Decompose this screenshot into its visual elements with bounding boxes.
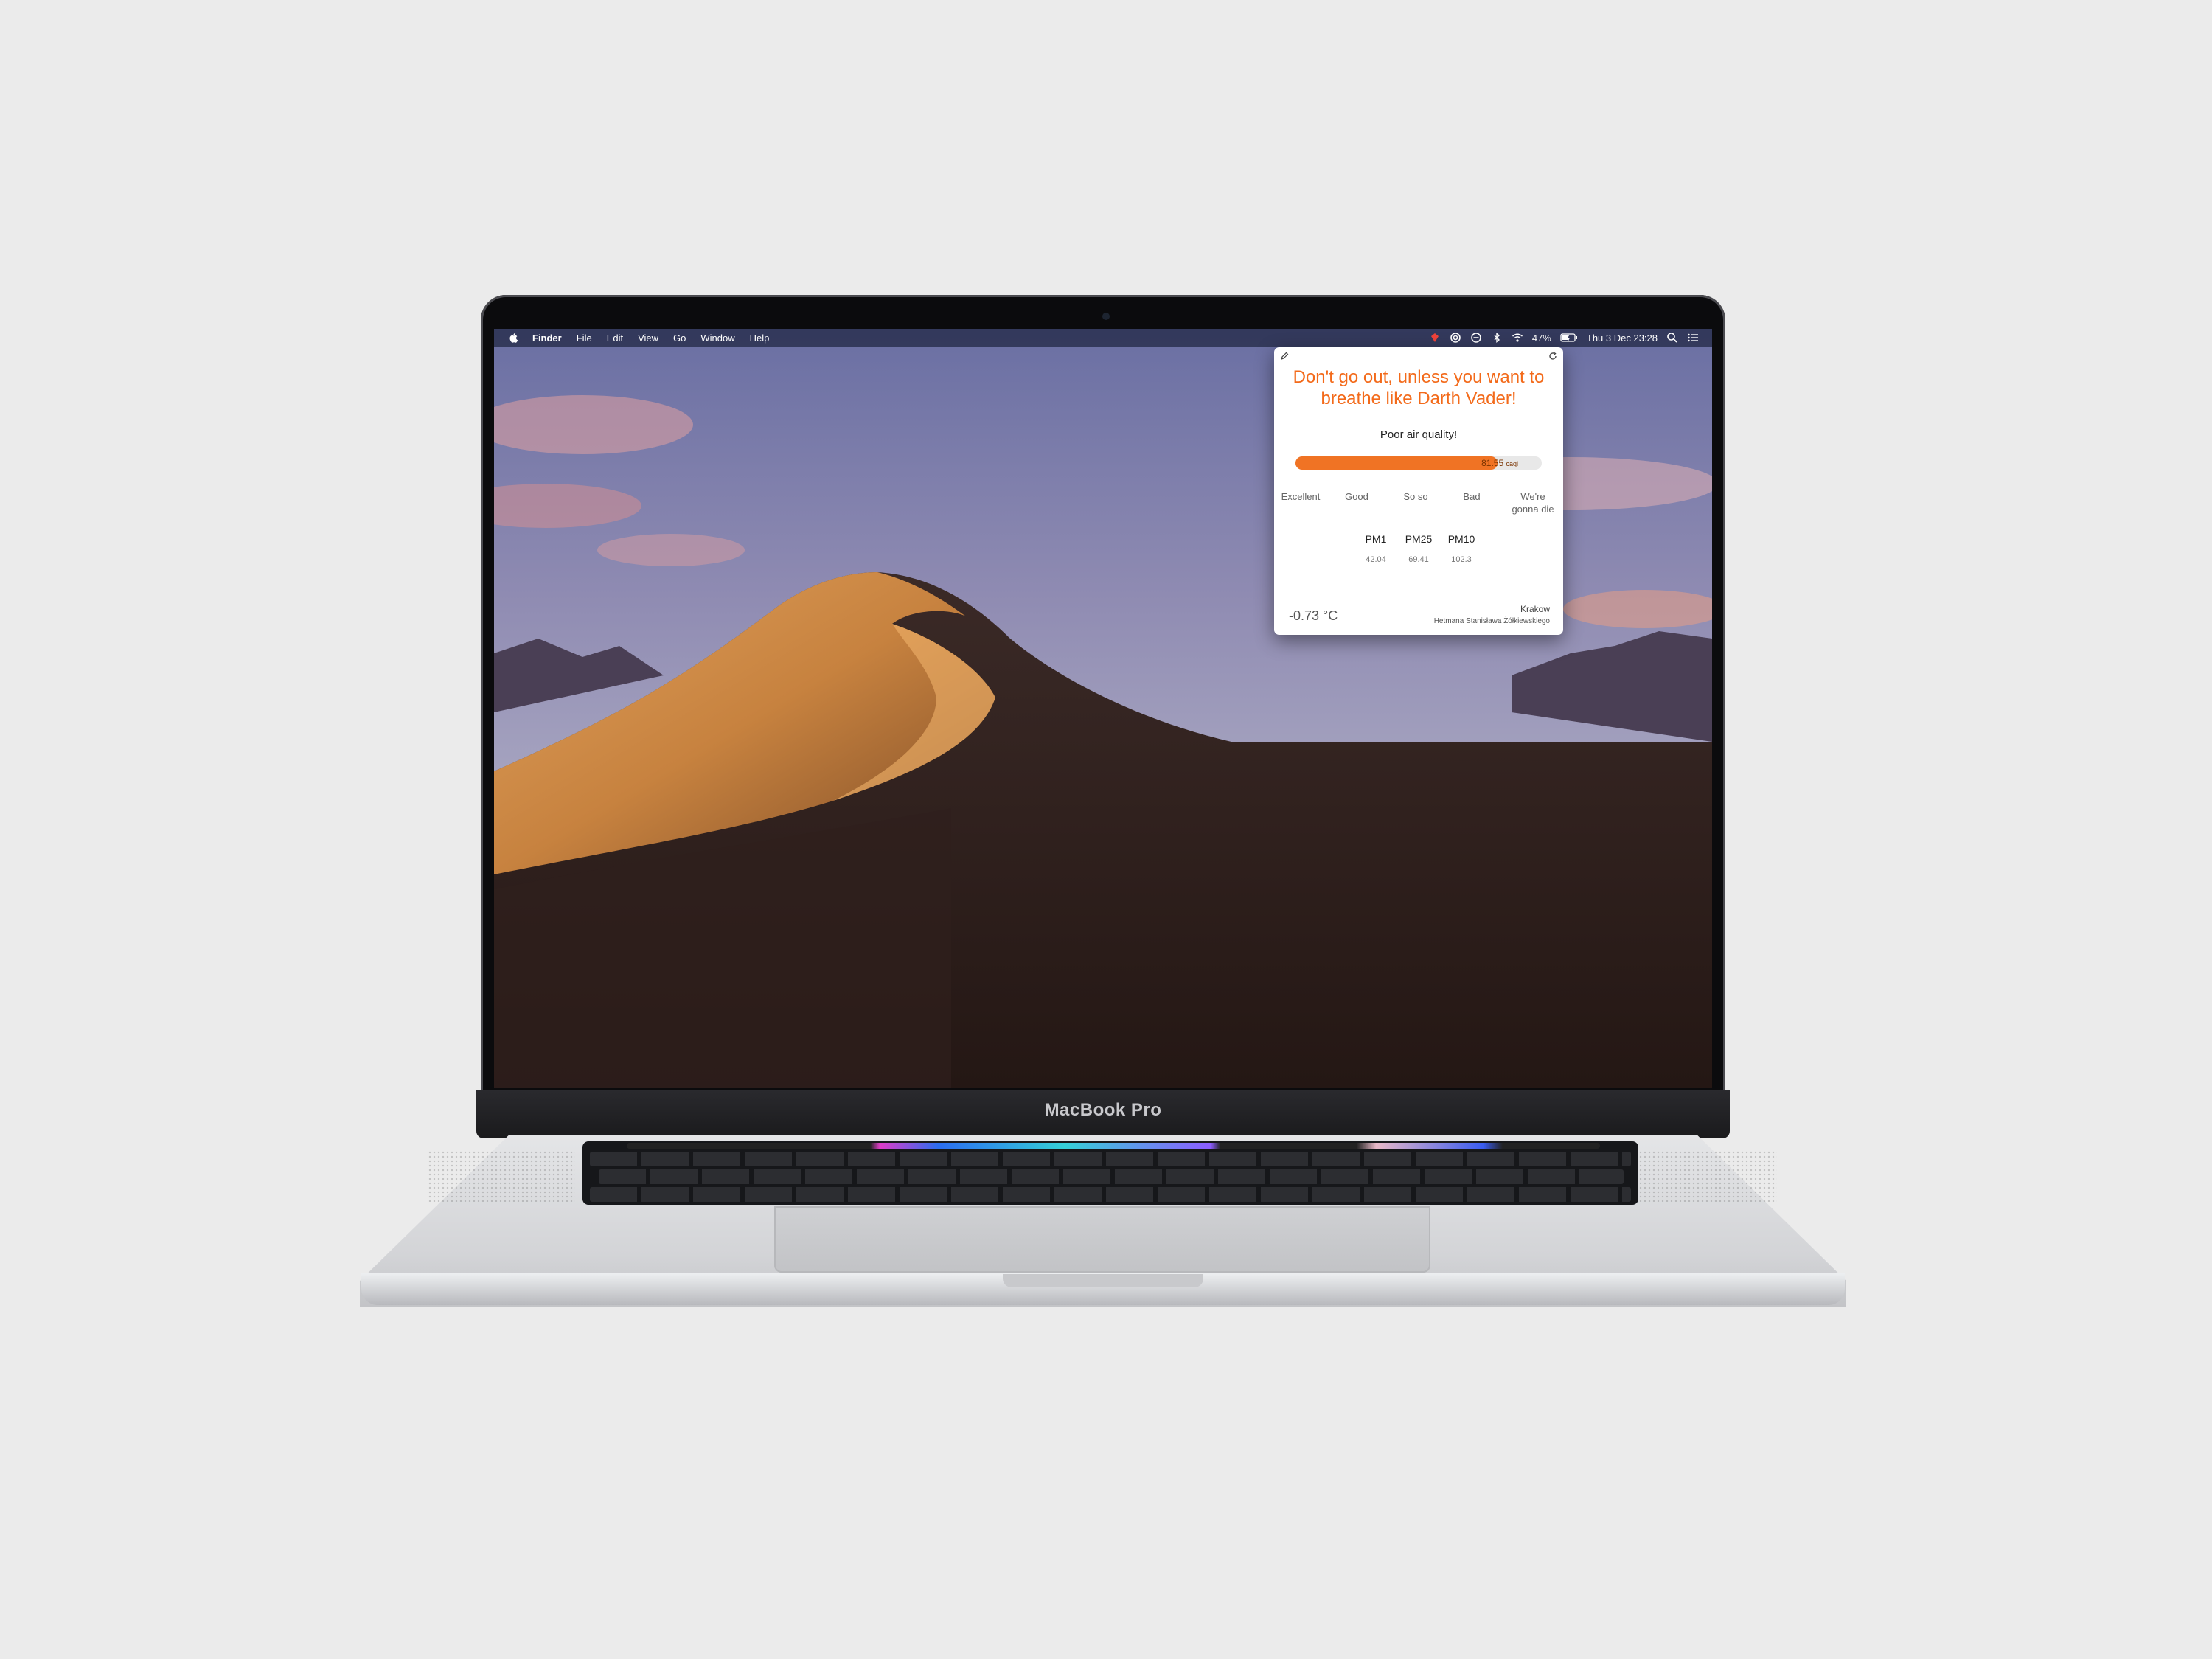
pm25-value: 69.41	[1408, 555, 1429, 564]
caqi-progress-bar: 81.55 caqi	[1295, 456, 1542, 470]
scale-good: Good	[1345, 491, 1368, 502]
camera-icon	[1102, 313, 1110, 320]
menu-go[interactable]: Go	[673, 333, 686, 344]
target-icon[interactable]	[1450, 332, 1461, 344]
clock[interactable]: Thu 3 Dec 23:28	[1587, 333, 1658, 344]
temperature: -0.73 °C	[1289, 608, 1338, 623]
air-quality-headline: Don't go out, unless you want to breathe…	[1293, 367, 1545, 408]
battery-icon[interactable]	[1560, 333, 1578, 343]
brand-label: MacBook Pro	[1044, 1100, 1162, 1120]
pm10-value: 102.3	[1451, 555, 1472, 564]
menu-bar: Finder File Edit View Go Window Help 47%…	[494, 329, 1712, 347]
keyboard-row	[590, 1152, 1631, 1166]
notification-center-icon[interactable]	[1687, 332, 1699, 344]
scale-excellent: Excellent	[1281, 491, 1321, 502]
air-quality-label: Poor air quality!	[1380, 428, 1458, 441]
apple-menu-icon[interactable]	[509, 332, 519, 344]
scale-gonna-die: We're gonna die	[1512, 491, 1554, 515]
keyboard-row	[590, 1187, 1631, 1202]
do-not-disturb-icon[interactable]	[1470, 332, 1482, 344]
menu-app-name[interactable]: Finder	[532, 333, 562, 344]
speaker-grille-left	[428, 1150, 575, 1202]
pm10-label: PM10	[1447, 533, 1475, 545]
menu-window[interactable]: Window	[700, 333, 734, 344]
air-quality-popover: Don't go out, unless you want to breathe…	[1274, 347, 1563, 635]
menu-file[interactable]: File	[577, 333, 592, 344]
lid-notch	[1003, 1274, 1203, 1287]
status-area: 47% Thu 3 Dec 23:28	[1429, 329, 1699, 347]
station-street: Hetmana Stanisława Żółkiewskiego	[1433, 617, 1550, 625]
air-quality-status-icon[interactable]	[1429, 332, 1441, 344]
edit-icon[interactable]	[1280, 352, 1289, 361]
battery-percent[interactable]: 47%	[1532, 333, 1551, 344]
station-city: Krakow	[1520, 604, 1550, 614]
refresh-icon[interactable]	[1548, 352, 1557, 361]
screen: Finder File Edit View Go Window Help 47%…	[494, 329, 1712, 1088]
pm1-value: 42.04	[1366, 555, 1386, 564]
keyboard-row	[599, 1169, 1624, 1184]
scale-bad: Bad	[1463, 491, 1481, 502]
caqi-unit: caqi	[1506, 460, 1518, 467]
caqi-value-label: 81.55 caqi	[1481, 458, 1518, 468]
wifi-icon[interactable]	[1512, 332, 1523, 344]
menu-help[interactable]: Help	[750, 333, 770, 344]
bluetooth-icon[interactable]	[1491, 332, 1503, 344]
pm25-label: PM25	[1405, 533, 1433, 545]
trackpad	[774, 1206, 1430, 1273]
menu-view[interactable]: View	[638, 333, 658, 344]
caqi-value: 81.55	[1481, 458, 1504, 468]
search-icon[interactable]	[1666, 332, 1678, 344]
caqi-progress-fill	[1295, 456, 1498, 470]
pm1-label: PM1	[1365, 533, 1387, 545]
menu-edit[interactable]: Edit	[607, 333, 623, 344]
touch-bar	[627, 1143, 1600, 1149]
scale-so-so: So so	[1403, 491, 1428, 502]
speaker-grille-right	[1630, 1150, 1777, 1202]
